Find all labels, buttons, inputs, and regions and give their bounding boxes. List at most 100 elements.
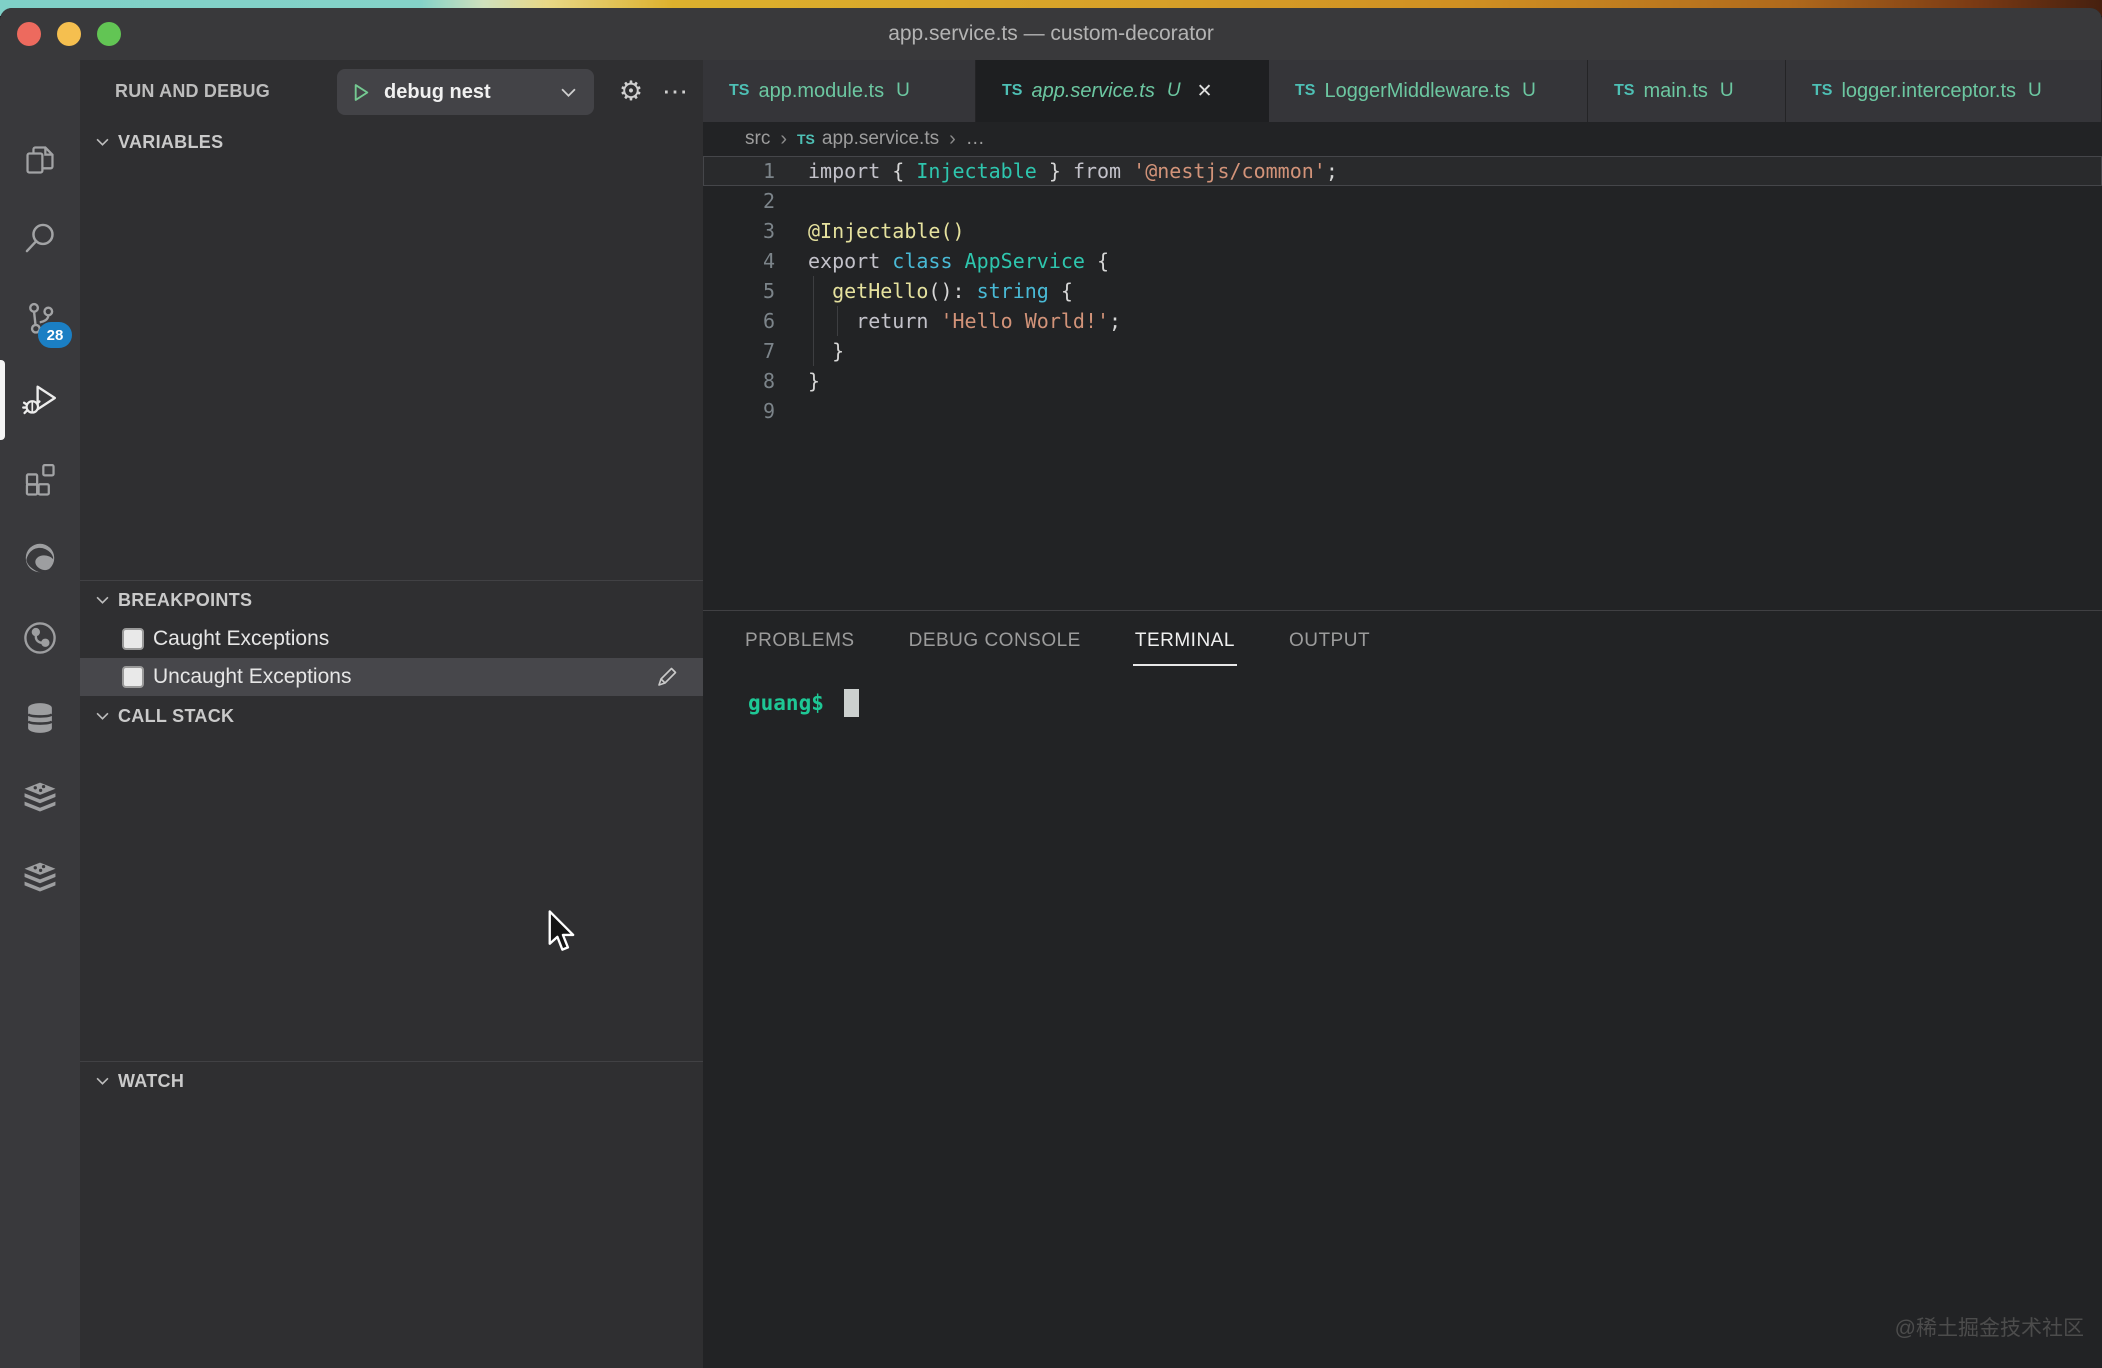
code-lines: 1import { Injectable } from '@nestjs/com… (703, 156, 2102, 426)
code-line-8[interactable]: 8} (703, 366, 2102, 396)
git-status-badge: U (2028, 80, 2042, 102)
redis-stack-icon-2[interactable] (0, 842, 80, 914)
extensions-icon[interactable] (0, 442, 80, 514)
git-status-badge: U (1522, 80, 1536, 102)
checkbox[interactable] (122, 666, 144, 688)
breadcrumb-folder[interactable]: src (745, 128, 770, 150)
chevron-down-icon (96, 596, 109, 604)
panel-tab-output[interactable]: OUTPUT (1287, 614, 1372, 666)
line-number: 1 (703, 156, 775, 186)
editor-group: TS app.module.ts U TS app.service.ts U ✕… (703, 60, 2102, 1368)
line-number: 6 (703, 306, 775, 336)
code-line-1[interactable]: 1import { Injectable } from '@nestjs/com… (703, 156, 2102, 186)
section-divider (80, 580, 703, 581)
line-number: 4 (703, 246, 775, 276)
editor-tab-bar: TS app.module.ts U TS app.service.ts U ✕… (703, 60, 2102, 122)
chevron-down-icon (96, 1077, 109, 1085)
code-line-2[interactable]: 2 (703, 186, 2102, 216)
breakpoint-row-uncaught-exceptions[interactable]: Uncaught Exceptions (80, 658, 703, 696)
gear-icon[interactable]: ⚙ (608, 60, 654, 122)
chevron-down-icon (96, 138, 109, 146)
call-stack-section-header[interactable]: CALL STACK (80, 698, 703, 734)
breakpoint-row-caught-exceptions[interactable]: Caught Exceptions (80, 620, 703, 658)
launch-config-dropdown[interactable]: debug nest (337, 69, 594, 115)
git-status-badge: U (1720, 80, 1734, 102)
title-bar: app.service.ts — custom-decorator (0, 8, 2102, 60)
typescript-file-icon: TS (1812, 82, 1832, 100)
breadcrumb[interactable]: src › TS app.service.ts › … (703, 122, 2102, 156)
line-number: 3 (703, 216, 775, 246)
watch-section-header[interactable]: WATCH (80, 1063, 703, 1099)
terminal-prompt: guang$ (748, 691, 824, 715)
section-divider (80, 1061, 703, 1062)
tab-app-module-ts[interactable]: TS app.module.ts U (703, 60, 976, 122)
code-text: } (775, 336, 844, 366)
tab-loggermiddleware-ts[interactable]: TS LoggerMiddleware.ts U (1269, 60, 1588, 122)
run-and-debug-sidebar: RUN AND DEBUG debug nest ⚙ ⋯ (80, 60, 703, 1368)
git-graph-icon[interactable] (0, 602, 80, 674)
code-text: return 'Hello World!'; (775, 306, 1121, 336)
database-icon[interactable] (0, 682, 80, 754)
close-tab-icon[interactable]: ✕ (1197, 80, 1213, 103)
breadcrumb-separator: › (949, 128, 956, 151)
sidebar-toolbar: RUN AND DEBUG debug nest ⚙ ⋯ (80, 60, 703, 122)
mouse-cursor (545, 910, 575, 954)
redis-stack-icon[interactable] (0, 762, 80, 834)
run-and-debug-icon[interactable] (0, 362, 80, 434)
screen: app.service.ts — custom-decorator (0, 0, 2102, 1368)
watermark: @稀土掘金技术社区 (1895, 1312, 2084, 1342)
panel-tab-problems[interactable]: PROBLEMS (743, 614, 857, 666)
variables-section-header[interactable]: VARIABLES (80, 124, 703, 160)
tab-logger-interceptor-ts[interactable]: TS logger.interceptor.ts U (1786, 60, 2102, 122)
indent-guide (837, 306, 838, 336)
code-text (775, 396, 808, 426)
panel-tab-terminal[interactable]: TERMINAL (1133, 614, 1237, 666)
code-editor[interactable]: 1import { Injectable } from '@nestjs/com… (703, 156, 2102, 610)
start-debug-icon[interactable] (353, 83, 370, 102)
git-status-badge: U (1167, 80, 1181, 102)
launch-config-name: debug nest (384, 81, 561, 104)
breadcrumb-more[interactable]: … (966, 128, 985, 150)
code-line-6[interactable]: 6 return 'Hello World!'; (703, 306, 2102, 336)
sidebar-title: RUN AND DEBUG (115, 81, 270, 102)
code-line-5[interactable]: 5 getHello(): string { (703, 276, 2102, 306)
code-text: } (775, 366, 820, 396)
activity-bar: 28 (0, 60, 80, 1368)
tab-main-ts[interactable]: TS main.ts U (1588, 60, 1786, 122)
checkbox[interactable] (122, 628, 144, 650)
code-text (775, 186, 808, 216)
edit-condition-icon[interactable] (655, 665, 679, 689)
breadcrumb-separator: › (780, 128, 787, 151)
chevron-down-icon (561, 88, 576, 97)
breadcrumb-file[interactable]: app.service.ts (822, 128, 939, 150)
code-line-9[interactable]: 9 (703, 396, 2102, 426)
code-text: export class AppService { (775, 246, 1109, 276)
code-line-7[interactable]: 7 } (703, 336, 2102, 366)
line-number: 8 (703, 366, 775, 396)
source-control-icon[interactable]: 28 (0, 282, 80, 354)
chevron-down-icon (96, 712, 109, 720)
bottom-panel: PROBLEMS DEBUG CONSOLE TERMINAL OUTPUT g… (703, 610, 2102, 1368)
typescript-file-icon: TS (797, 131, 815, 147)
code-line-4[interactable]: 4export class AppService { (703, 246, 2102, 276)
source-control-badge: 28 (38, 322, 72, 348)
window-title: app.service.ts — custom-decorator (0, 8, 2102, 60)
code-text: import { Injectable } from '@nestjs/comm… (775, 156, 1338, 186)
line-number: 5 (703, 276, 775, 306)
search-icon[interactable] (0, 202, 80, 274)
typescript-file-icon: TS (1002, 82, 1022, 100)
line-number: 2 (703, 186, 775, 216)
terminal[interactable]: guang$ (748, 689, 2102, 717)
code-line-3[interactable]: 3@Injectable() (703, 216, 2102, 246)
breakpoints-section-header[interactable]: BREAKPOINTS (80, 582, 703, 618)
terminal-cursor (844, 689, 859, 717)
more-actions-icon[interactable]: ⋯ (654, 60, 698, 122)
code-text: getHello(): string { (775, 276, 1073, 306)
typescript-file-icon: TS (1614, 82, 1634, 100)
code-text: @Injectable() (775, 216, 965, 246)
panel-tab-debug-console[interactable]: DEBUG CONSOLE (907, 614, 1083, 666)
edge-browser-icon[interactable] (0, 522, 80, 594)
tab-app-service-ts[interactable]: TS app.service.ts U ✕ (976, 60, 1269, 122)
explorer-icon[interactable] (0, 124, 80, 196)
line-number: 9 (703, 396, 775, 426)
